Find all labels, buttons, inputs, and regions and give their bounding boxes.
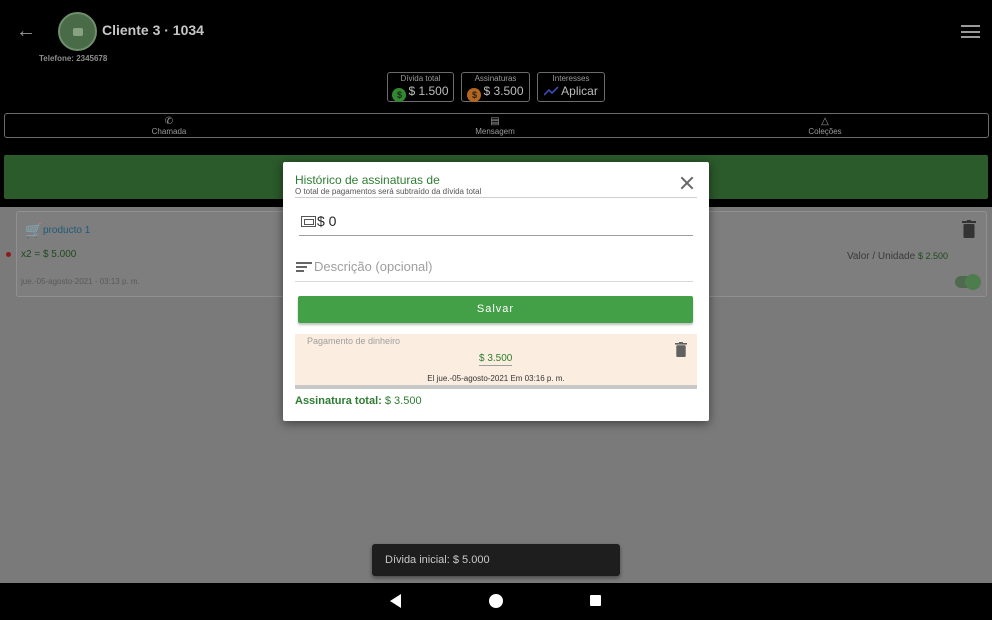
message-icon: ▤: [490, 116, 500, 127]
stat-value: Aplicar: [538, 84, 604, 98]
signature-history-dialog: Histórico de assinaturas de O total de p…: [283, 162, 709, 421]
client-name: Cliente 3 · 1034: [102, 22, 204, 38]
amount-field: [299, 210, 693, 236]
phone-icon: ✆: [164, 116, 174, 127]
nav-recents-icon[interactable]: [590, 595, 601, 606]
stat-value: $ $ 1.500: [388, 84, 453, 102]
back-arrow-icon[interactable]: ←: [16, 20, 38, 42]
dollar-coin-icon: $: [467, 88, 482, 102]
description-field: [295, 254, 693, 282]
collections-button[interactable]: △ Coleções: [803, 116, 847, 136]
payment-item[interactable]: Pagamento de dinheiro $ 3.500 El jue.-05…: [295, 334, 697, 389]
message-label: Mensagem: [475, 127, 515, 136]
stat-label: Dívida total: [400, 74, 441, 83]
stat-label: Assinaturas: [474, 74, 517, 83]
stat-label: Interesses: [552, 74, 590, 83]
description-input[interactable]: [314, 259, 684, 274]
action-bar: ✆ Chamada ▤ Mensagem △ Coleções: [4, 113, 989, 138]
system-nav-bar: [0, 583, 992, 620]
divider: [295, 197, 697, 198]
unit-price: Valor / Unidade $ 2.500: [846, 251, 948, 262]
amount-input[interactable]: [317, 213, 677, 229]
status-dot: [6, 252, 11, 257]
cart-icon: 🛒: [25, 222, 43, 238]
trending-up-icon: [544, 86, 559, 96]
bell-icon: △: [821, 116, 829, 127]
total-signature: Assinatura total: $ 3.500: [295, 395, 422, 407]
dialog-subtitle: O total de pagamentos será subtraído da …: [295, 187, 482, 196]
close-icon[interactable]: [680, 176, 694, 190]
stat-signatures[interactable]: Assinaturas $ $ 3.500: [461, 72, 530, 102]
product-date: jue.-05-agosto-2021 · 03:13 p. m.: [21, 277, 140, 286]
delete-icon[interactable]: [962, 220, 976, 238]
nav-back-icon[interactable]: [390, 594, 401, 608]
payment-amount: $ 3.500: [479, 353, 513, 366]
call-label: Chamada: [151, 127, 187, 136]
payment-type: Pagamento de dinheiro: [307, 336, 401, 346]
product-total: x2 = $ 5.000: [21, 249, 77, 260]
dollar-coin-icon: $: [392, 88, 407, 102]
dialog-title: Histórico de assinaturas de: [295, 173, 440, 187]
stat-value: $ $ 3.500: [462, 84, 529, 102]
paid-toggle[interactable]: [955, 274, 981, 290]
client-phone: Telefone: 2345678: [39, 54, 108, 63]
save-button[interactable]: Salvar: [298, 296, 693, 323]
notes-edit-icon: [296, 262, 312, 274]
stat-total-debt[interactable]: Dívida total $ $ 1.500: [387, 72, 454, 102]
message-button[interactable]: ▤ Mensagem: [470, 116, 520, 136]
menu-icon[interactable]: [961, 25, 980, 38]
avatar[interactable]: [58, 12, 97, 51]
cash-icon: [301, 216, 316, 227]
call-button[interactable]: ✆ Chamada: [149, 116, 189, 136]
collections-label: Coleções: [808, 127, 842, 136]
product-name[interactable]: producto 1: [43, 225, 90, 236]
nav-home-icon[interactable]: [489, 594, 503, 608]
trash-icon[interactable]: [675, 342, 687, 357]
toast-message: Dívida inicial: $ 5.000: [372, 544, 620, 576]
payment-date: El jue.-05-agosto-2021 Em 03:16 p. m.: [427, 374, 565, 383]
stat-interests[interactable]: Interesses Aplicar: [537, 72, 605, 102]
